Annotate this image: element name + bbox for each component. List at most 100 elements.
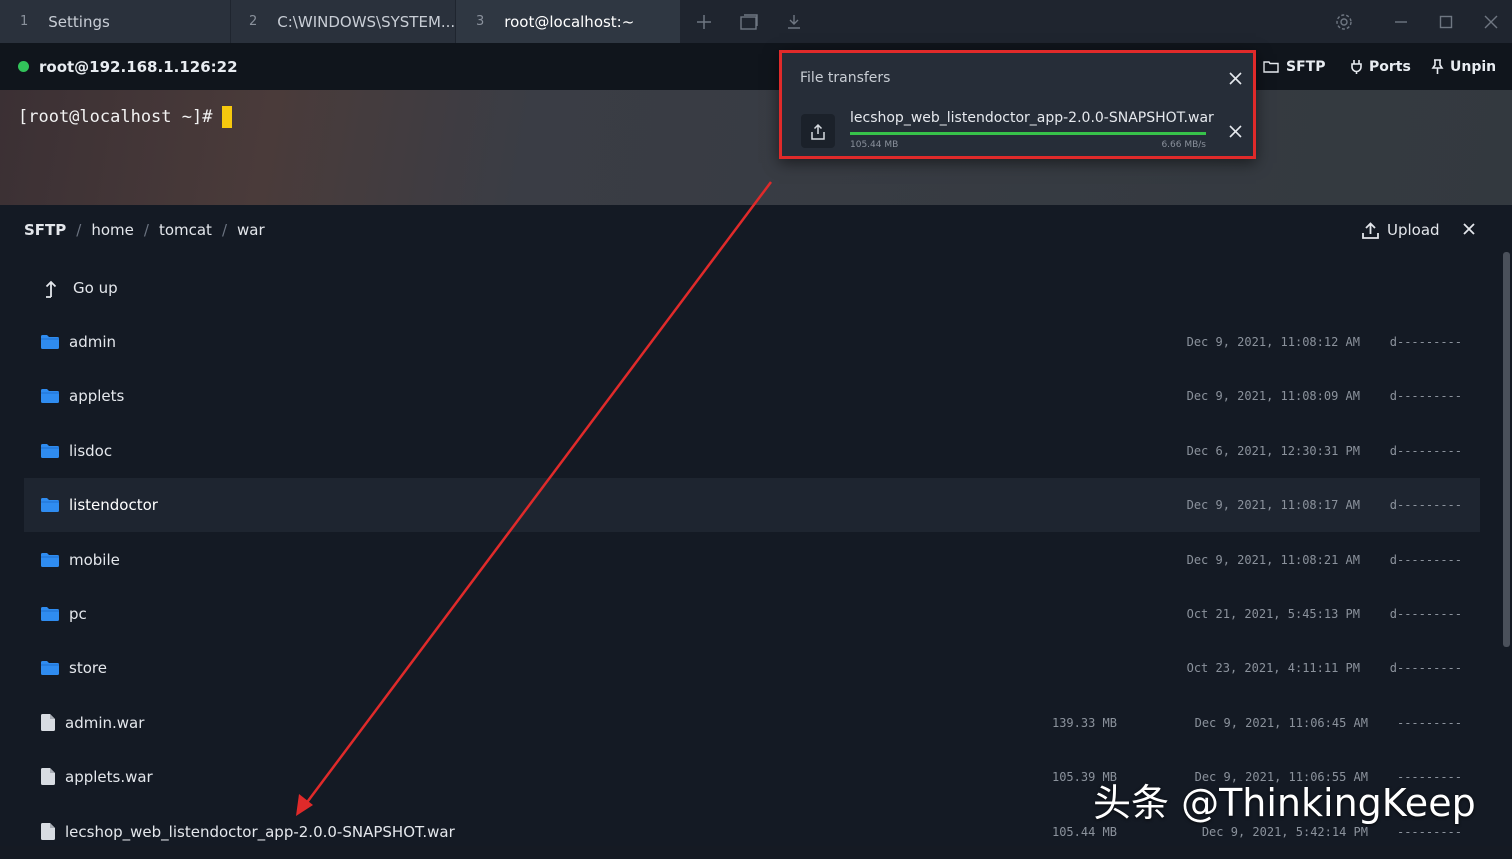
split-window-icon[interactable] <box>731 0 767 43</box>
breadcrumb-war[interactable]: war <box>237 221 265 239</box>
entry-name: pc <box>69 605 87 623</box>
entry-name: listendoctor <box>69 496 158 515</box>
folder-row[interactable]: applets Dec 9, 2021, 11:08:09 AM d--------… <box>24 369 1480 423</box>
connection-bar: root@192.168.1.126:22 SFTP Ports Unpin <box>0 43 1512 90</box>
file-transfers-popup: File transfers lecshop_web_listendoctor_… <box>779 50 1256 159</box>
tab-number: 3 <box>476 14 485 29</box>
entry-date: Oct 21, 2021, 5:45:13 PM <box>1186 607 1360 621</box>
upload-icon <box>1362 221 1379 239</box>
upload-button[interactable]: Upload <box>1362 219 1440 241</box>
entry-date: Oct 23, 2021, 4:11:11 PM <box>1186 661 1360 676</box>
breadcrumb-home[interactable]: home <box>91 221 134 239</box>
entry-size: 139.33 MB <box>1051 715 1117 730</box>
folder-icon <box>41 607 59 625</box>
upload-share-icon <box>801 114 835 148</box>
folder-row[interactable]: lisdoc Dec 6, 2021, 12:30:31 PM d--------- <box>24 424 1480 478</box>
folder-icon <box>41 335 59 353</box>
folder-open-icon <box>1263 61 1279 73</box>
tab-settings[interactable]: 1 Settings <box>0 0 230 43</box>
folder-row[interactable]: admin Dec 9, 2021, 11:08:12 AM d--------- <box>24 315 1480 369</box>
folder-icon <box>41 552 59 571</box>
breadcrumb-separator: / <box>76 221 82 239</box>
tab-label: C:\WINDOWS\SYSTEM... <box>277 12 456 31</box>
terminal-prompt: [root@localhost ~]# <box>18 106 233 128</box>
entry-date: Dec 6, 2021, 12:30:31 PM <box>1186 443 1360 458</box>
scrollbar[interactable] <box>1503 252 1510 647</box>
transfer-progress-fill <box>850 132 1206 135</box>
maximize-icon[interactable] <box>1428 0 1464 43</box>
folder-icon <box>41 443 59 462</box>
entry-permissions: d--------- <box>1389 661 1462 676</box>
transfers-title: File transfers <box>800 70 891 86</box>
folder-row[interactable]: pc Oct 21, 2021, 5:45:13 PM d--------- <box>24 587 1480 641</box>
upload-label: Upload <box>1387 221 1440 239</box>
breadcrumb-sftp[interactable]: SFTP <box>24 221 66 239</box>
transfer-filename: lecshop_web_listendoctor_app-2.0.0-SNAPS… <box>850 110 1214 126</box>
terminal[interactable]: [root@localhost ~]# <box>0 90 1512 205</box>
tab-number: 1 <box>20 14 29 29</box>
entry-date: Dec 9, 2021, 11:08:17 AM <box>1186 498 1360 513</box>
entry-name: mobile <box>69 550 120 569</box>
folder-icon <box>41 661 59 679</box>
sftp-label: SFTP <box>1286 58 1326 75</box>
entry-permissions: d--------- <box>1389 335 1462 349</box>
tab-ssh-session[interactable]: 3 root@localhost:~ <box>455 0 680 43</box>
entry-name: lecshop_web_listendoctor_app-2.0.0-SNAPS… <box>65 822 455 841</box>
transfer-progress-bar <box>850 132 1206 135</box>
tab-windows-shell[interactable]: 2 C:\WINDOWS\SYSTEM... <box>230 0 455 43</box>
tab-label: Settings <box>48 12 110 31</box>
breadcrumb-separator: / <box>221 221 227 239</box>
entry-name: lisdoc <box>69 441 113 460</box>
entry-date: Dec 9, 2021, 11:08:12 AM <box>1186 335 1360 349</box>
folder-row[interactable]: mobile Dec 9, 2021, 11:08:21 AM d--------- <box>24 533 1480 587</box>
prompt-text: [root@localhost ~]# <box>18 107 213 127</box>
unpin-button[interactable]: Unpin <box>1431 43 1496 90</box>
entry-date: Dec 9, 2021, 11:08:09 AM <box>1186 389 1360 404</box>
entry-name: admin <box>69 333 116 351</box>
close-sftp-icon[interactable] <box>1462 221 1476 240</box>
connected-indicator <box>18 61 29 72</box>
sftp-panel: SFTP / home / tomcat / war Upload Go up … <box>0 205 1512 846</box>
entry-name: applets <box>69 387 125 406</box>
connection-host: root@192.168.1.126:22 <box>39 57 238 76</box>
gear-icon[interactable] <box>1326 0 1362 43</box>
file-icon <box>41 768 55 789</box>
entry-permissions: d--------- <box>1389 389 1462 404</box>
transfer-size: 105.44 MB <box>850 140 899 150</box>
arrow-up-icon <box>45 280 57 298</box>
watermark: 头条 @ThinkingKeep <box>1093 781 1476 825</box>
file-icon <box>41 713 55 735</box>
breadcrumb-separator: / <box>143 221 149 239</box>
file-row[interactable]: admin.war 139.33 MB Dec 9, 2021, 11:06:45 … <box>24 696 1480 750</box>
ports-button[interactable]: Ports <box>1350 43 1411 90</box>
tab-number: 2 <box>249 14 258 29</box>
cancel-transfer-icon[interactable] <box>1229 125 1242 138</box>
plug-icon <box>1351 60 1362 74</box>
breadcrumb: SFTP / home / tomcat / war <box>24 219 265 241</box>
entry-permissions: --------- <box>1396 715 1462 730</box>
download-icon[interactable] <box>776 0 812 43</box>
unpin-label: Unpin <box>1450 58 1497 75</box>
entry-name: applets.war <box>65 768 153 787</box>
go-up-label: Go up <box>73 279 118 297</box>
ports-label: Ports <box>1369 58 1411 75</box>
file-icon <box>41 822 55 844</box>
new-tab-icon[interactable] <box>686 0 722 43</box>
folder-icon <box>41 389 59 407</box>
pin-icon <box>1431 59 1444 74</box>
go-up-row[interactable]: Go up <box>24 261 1480 315</box>
entry-permissions: d--------- <box>1389 498 1462 513</box>
folder-row[interactable]: listendoctor Dec 9, 2021, 11:08:17 AM d---… <box>24 478 1480 533</box>
terminal-cursor <box>222 106 233 128</box>
close-transfers-icon[interactable] <box>1229 72 1242 85</box>
sftp-button[interactable]: SFTP <box>1263 43 1325 90</box>
folder-row[interactable]: store Oct 23, 2021, 4:11:11 PM d--------- <box>24 641 1480 695</box>
breadcrumb-tomcat[interactable]: tomcat <box>159 221 212 239</box>
entry-permissions: d--------- <box>1389 443 1462 458</box>
close-icon[interactable] <box>1473 0 1509 43</box>
minimize-icon[interactable] <box>1383 0 1419 43</box>
tab-bar: 1 Settings 2 C:\WINDOWS\SYSTEM... 3 root… <box>0 0 1512 43</box>
connection-status: root@192.168.1.126:22 <box>18 43 238 90</box>
folder-icon <box>41 498 59 516</box>
entry-name: store <box>69 659 107 678</box>
